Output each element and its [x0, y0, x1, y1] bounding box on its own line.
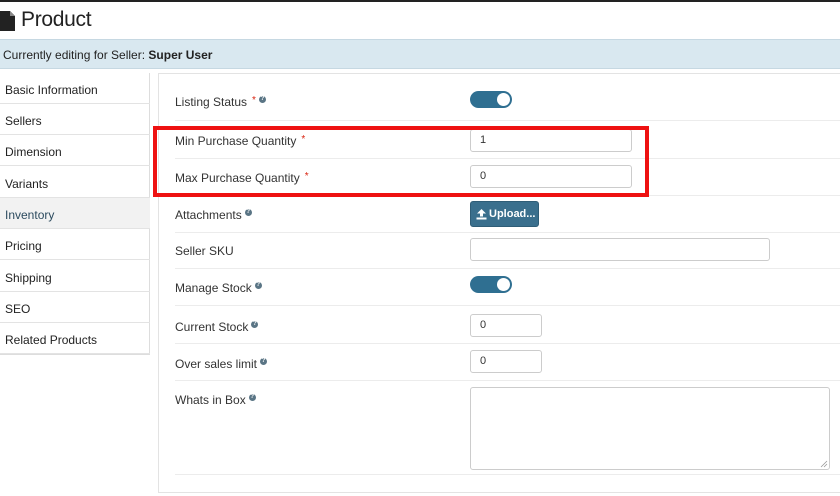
required-marker: * [252, 95, 256, 106]
sidebar-item-pricing[interactable]: Pricing [0, 229, 150, 260]
over-sales-limit-input[interactable]: 0 [470, 350, 542, 373]
highlight-box [153, 126, 649, 197]
help-icon[interactable]: ? [248, 394, 256, 401]
sidebar-item-label: Variants [5, 177, 49, 191]
row-divider [175, 380, 840, 381]
seller-name: Super User [148, 48, 213, 62]
resize-grip-icon[interactable] [820, 460, 828, 468]
sidebar-item-inventory[interactable]: Inventory [0, 198, 150, 229]
over-sales-limit-label-text: Over sales limit [175, 357, 258, 371]
page-header: Product [0, 2, 840, 39]
current-stock-input[interactable]: 0 [470, 314, 542, 337]
sidebar-item-seo[interactable]: SEO [0, 292, 150, 323]
help-icon[interactable]: ? [258, 96, 266, 103]
manage-stock-label: Manage Stock? [175, 281, 262, 295]
listing-status-toggle[interactable] [470, 91, 512, 108]
row-divider [175, 305, 840, 306]
whats-in-box-label: Whats in Box? [175, 393, 256, 407]
row-divider [175, 343, 840, 344]
document-icon [0, 11, 15, 31]
upload-button-label: Upload... [489, 208, 536, 220]
sidebar-item-label: Shipping [5, 271, 52, 285]
seller-sku-label-text: Seller SKU [175, 244, 234, 258]
upload-icon [476, 209, 487, 220]
sidebar-item-related-products[interactable]: Related Products [0, 323, 150, 354]
sidebar-item-label: Related Products [5, 333, 98, 347]
upload-button[interactable]: Upload... [470, 201, 539, 227]
sidebar-item-variants[interactable]: Variants [0, 167, 150, 198]
current-stock-label: Current Stock? [175, 320, 259, 334]
sidebar-nav: Basic Information Sellers Dimension Vari… [0, 73, 150, 355]
row-divider [175, 120, 840, 121]
listing-status-label: Listing Status *? [175, 95, 266, 109]
manage-stock-label-text: Manage Stock [175, 281, 252, 295]
help-icon[interactable]: ? [244, 209, 252, 216]
seller-sku-input[interactable] [470, 238, 770, 261]
sidebar-item-basic-information[interactable]: Basic Information [0, 73, 150, 104]
help-icon[interactable]: ? [251, 321, 259, 328]
page-title: Product [21, 8, 92, 31]
toggle-knob [497, 93, 510, 106]
sidebar-item-dimension[interactable]: Dimension [0, 135, 150, 166]
whats-in-box-label-text: Whats in Box [175, 393, 246, 407]
seller-context-text: Currently editing for Seller: Super User [3, 48, 212, 62]
sidebar-item-label: SEO [5, 302, 31, 316]
sidebar-item-shipping[interactable]: Shipping [0, 261, 150, 292]
seller-context-bar: Currently editing for Seller: Super User [0, 39, 840, 69]
row-divider [175, 474, 840, 475]
help-icon[interactable]: ? [254, 282, 262, 289]
attachments-label: Attachments? [175, 208, 252, 222]
sidebar-item-sellers[interactable]: Sellers [0, 104, 150, 135]
whats-in-box-textarea[interactable] [470, 387, 830, 470]
row-divider [175, 268, 840, 269]
seller-sku-label: Seller SKU [175, 244, 234, 258]
sidebar-item-label: Pricing [5, 239, 42, 253]
sidebar-item-label: Sellers [5, 114, 42, 128]
attachments-label-text: Attachments [175, 208, 242, 222]
over-sales-limit-label: Over sales limit? [175, 357, 268, 371]
listing-status-label-text: Listing Status [175, 95, 248, 109]
seller-prefix: Currently editing for Seller: [3, 48, 146, 62]
sidebar-item-label: Dimension [5, 145, 62, 159]
help-icon[interactable]: ? [260, 358, 268, 365]
manage-stock-toggle[interactable] [470, 276, 512, 293]
current-stock-label-text: Current Stock [175, 320, 249, 334]
sidebar-item-label: Inventory [5, 208, 55, 222]
row-divider [175, 232, 840, 233]
sidebar-item-label: Basic Information [5, 83, 98, 97]
toggle-knob [497, 278, 510, 291]
